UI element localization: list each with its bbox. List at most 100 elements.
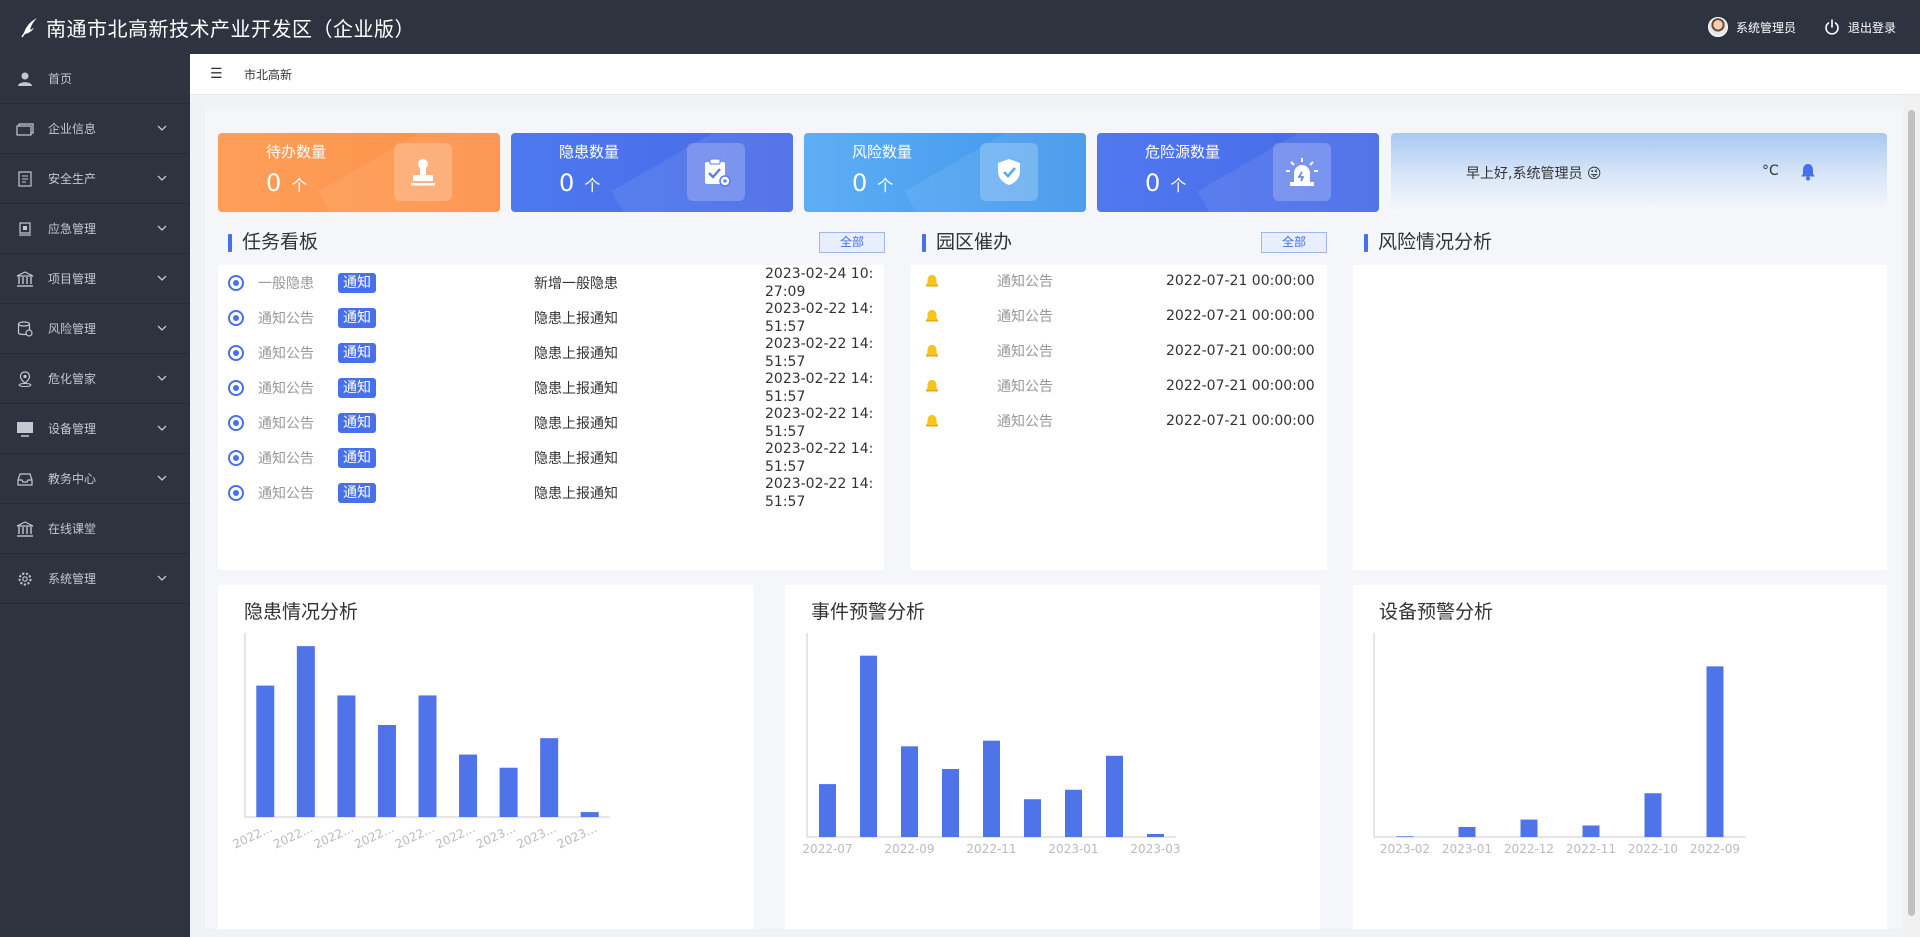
sidebar-item[interactable]: 系统管理 (0, 554, 190, 604)
stat-label: 待办数量 (266, 143, 327, 161)
task-desc: 隐患上报通知 (534, 415, 618, 432)
stamp-icon (394, 143, 452, 201)
shield-check-icon (980, 143, 1038, 201)
task-board-title: 任务看板 (228, 230, 318, 254)
breadcrumb[interactable]: 市北高新 (244, 66, 292, 83)
chart-bar (1458, 826, 1476, 837)
screen-icon (16, 420, 34, 438)
cards-icon (16, 120, 34, 138)
chevron-down-icon (156, 172, 168, 184)
task-category: 通知公告 (258, 345, 314, 362)
chart-bar (819, 784, 836, 837)
task-badge: 通知 (338, 307, 376, 328)
park-urge-all-button[interactable]: 全部 (1261, 232, 1327, 253)
chevron-down-icon (156, 372, 168, 384)
breadcrumb-bar: ☰ 市北高新 (190, 54, 1920, 95)
x-tick-label: 2022... (393, 821, 437, 851)
chevron-down-icon (156, 122, 168, 134)
user-menu[interactable]: 系统管理员 (1707, 17, 1796, 37)
x-tick-label: 2023... (555, 821, 599, 851)
sidebar-item[interactable]: 风险管理 (0, 304, 190, 354)
temperature: °C (1762, 163, 1779, 179)
stat-card-risk[interactable]: 风险数量 0个 (804, 133, 1086, 212)
radio-dot-icon (228, 484, 244, 501)
chart-bar (1520, 819, 1538, 837)
chart-bar (860, 655, 877, 837)
sidebar-item-label: 风险管理 (48, 322, 97, 336)
bell-icon (925, 309, 939, 323)
urge-category: 通知公告 (997, 308, 1053, 325)
task-category: 通知公告 (258, 310, 314, 327)
radio-dot-icon (228, 449, 244, 466)
scrollbar-thumb[interactable] (1908, 110, 1915, 916)
hazard-analysis-chart: 隐患情况分析 2022... 2022... 2022... 2022... 2022.… (218, 585, 753, 929)
stat-card-todo[interactable]: 待办数量 0个 (218, 133, 500, 212)
stat-card-hazard-source[interactable]: 危险源数量 0个 (1097, 133, 1379, 212)
task-desc: 隐患上报通知 (534, 380, 618, 397)
brand: 南通市北高新技术产业开发区（企业版） (0, 0, 415, 54)
hazard-chart-svg: 2022...2022...2022...2022...2022...2022.… (231, 633, 610, 851)
logout-label[interactable]: 退出登录 (1848, 19, 1896, 36)
bell-icon (925, 379, 939, 393)
chart-bar (1396, 836, 1414, 837)
chart-bar (1582, 825, 1600, 837)
chart-bar (540, 738, 559, 817)
task-badge: 通知 (338, 377, 376, 398)
user-name[interactable]: 系统管理员 (1736, 19, 1796, 36)
stat-card-hazard[interactable]: 隐患数量 0个 (511, 133, 793, 212)
sidebar-item[interactable]: 首页 (0, 54, 190, 104)
x-tick-label: 2023... (514, 821, 558, 851)
chart-bar (1147, 833, 1164, 837)
task-board-all-button[interactable]: 全部 (819, 232, 885, 253)
bank-icon (16, 520, 34, 538)
event-warning-chart: 事件预警分析 2022-07 2022-09 2022-11 2023-01 2023-… (785, 585, 1320, 929)
avatar[interactable] (1707, 17, 1728, 37)
radio-dot-icon (228, 344, 244, 361)
equipment-warning-chart: 设备预警分析 2023-02 2023-01 2022-12 2022-11 2022-… (1353, 585, 1887, 929)
chart-bar (983, 740, 1000, 837)
risk-analysis-title: 风险情况分析 (1364, 230, 1492, 254)
sidebar-item-label: 应急管理 (48, 222, 97, 236)
chart-bar (337, 695, 356, 817)
sidebar-item[interactable]: 危化管家 (0, 354, 190, 404)
bell-icon[interactable] (1800, 163, 1816, 181)
logout-button[interactable]: 退出登录 (1824, 19, 1896, 36)
chevron-down-icon (156, 572, 168, 584)
sidebar-item[interactable]: 设备管理 (0, 404, 190, 454)
chart-bar (499, 767, 518, 817)
chart-bar (942, 769, 959, 837)
task-desc: 隐患上报通知 (534, 345, 618, 362)
x-tick-label: 2022-12 (1504, 842, 1554, 856)
sidebar-item[interactable]: 教务中心 (0, 454, 190, 504)
bell-icon (925, 274, 939, 288)
sidebar-item[interactable]: 应急管理 (0, 204, 190, 254)
monitor-box-icon (16, 220, 34, 238)
chart-bar (1706, 666, 1724, 837)
task-desc: 隐患上报通知 (534, 450, 618, 467)
user-icon (16, 70, 34, 88)
chart-bar (377, 725, 396, 817)
park-urge-title: 园区催办 (922, 230, 1012, 254)
urge-row[interactable]: 通知公告 2022-07-21 00:00:00 (911, 399, 1327, 442)
chevron-down-icon (156, 272, 168, 284)
sidebar-item[interactable]: 项目管理 (0, 254, 190, 304)
x-tick-label: 2022-09 (1690, 842, 1740, 856)
urge-category: 通知公告 (997, 413, 1053, 430)
dashboard-content: 待办数量 0个 隐患数量 0个 风险数量 0个 危险源数量 0个 早上好,系统管… (205, 109, 1903, 929)
sidebar-item[interactable]: 企业信息 (0, 104, 190, 154)
sidebar-item[interactable]: 在线课堂 (0, 504, 190, 554)
brand-logo-icon (21, 18, 37, 38)
stat-value: 0个 (1145, 169, 1187, 197)
urge-category: 通知公告 (997, 273, 1053, 290)
sidebar-item[interactable]: 安全生产 (0, 154, 190, 204)
clipboard-check-icon (687, 143, 745, 201)
power-icon (1825, 19, 1839, 35)
app-title: 南通市北高新技术产业开发区（企业版） (46, 16, 415, 41)
task-board-list: 一般隐患 通知 新增一般隐患 2023-02-24 10:27:09 通知公告 通知 隐患上… (218, 265, 884, 570)
task-desc: 隐患上报通知 (534, 485, 618, 502)
menu-toggle-icon[interactable]: ☰ (210, 66, 224, 82)
task-row[interactable]: 通知公告 通知 隐患上报通知 2023-02-22 14:51:57 (218, 471, 884, 514)
x-tick-label: 2023... (474, 821, 518, 851)
x-tick-label: 2023-02 (1380, 842, 1430, 856)
sidebar-item-label: 危化管家 (48, 372, 97, 386)
